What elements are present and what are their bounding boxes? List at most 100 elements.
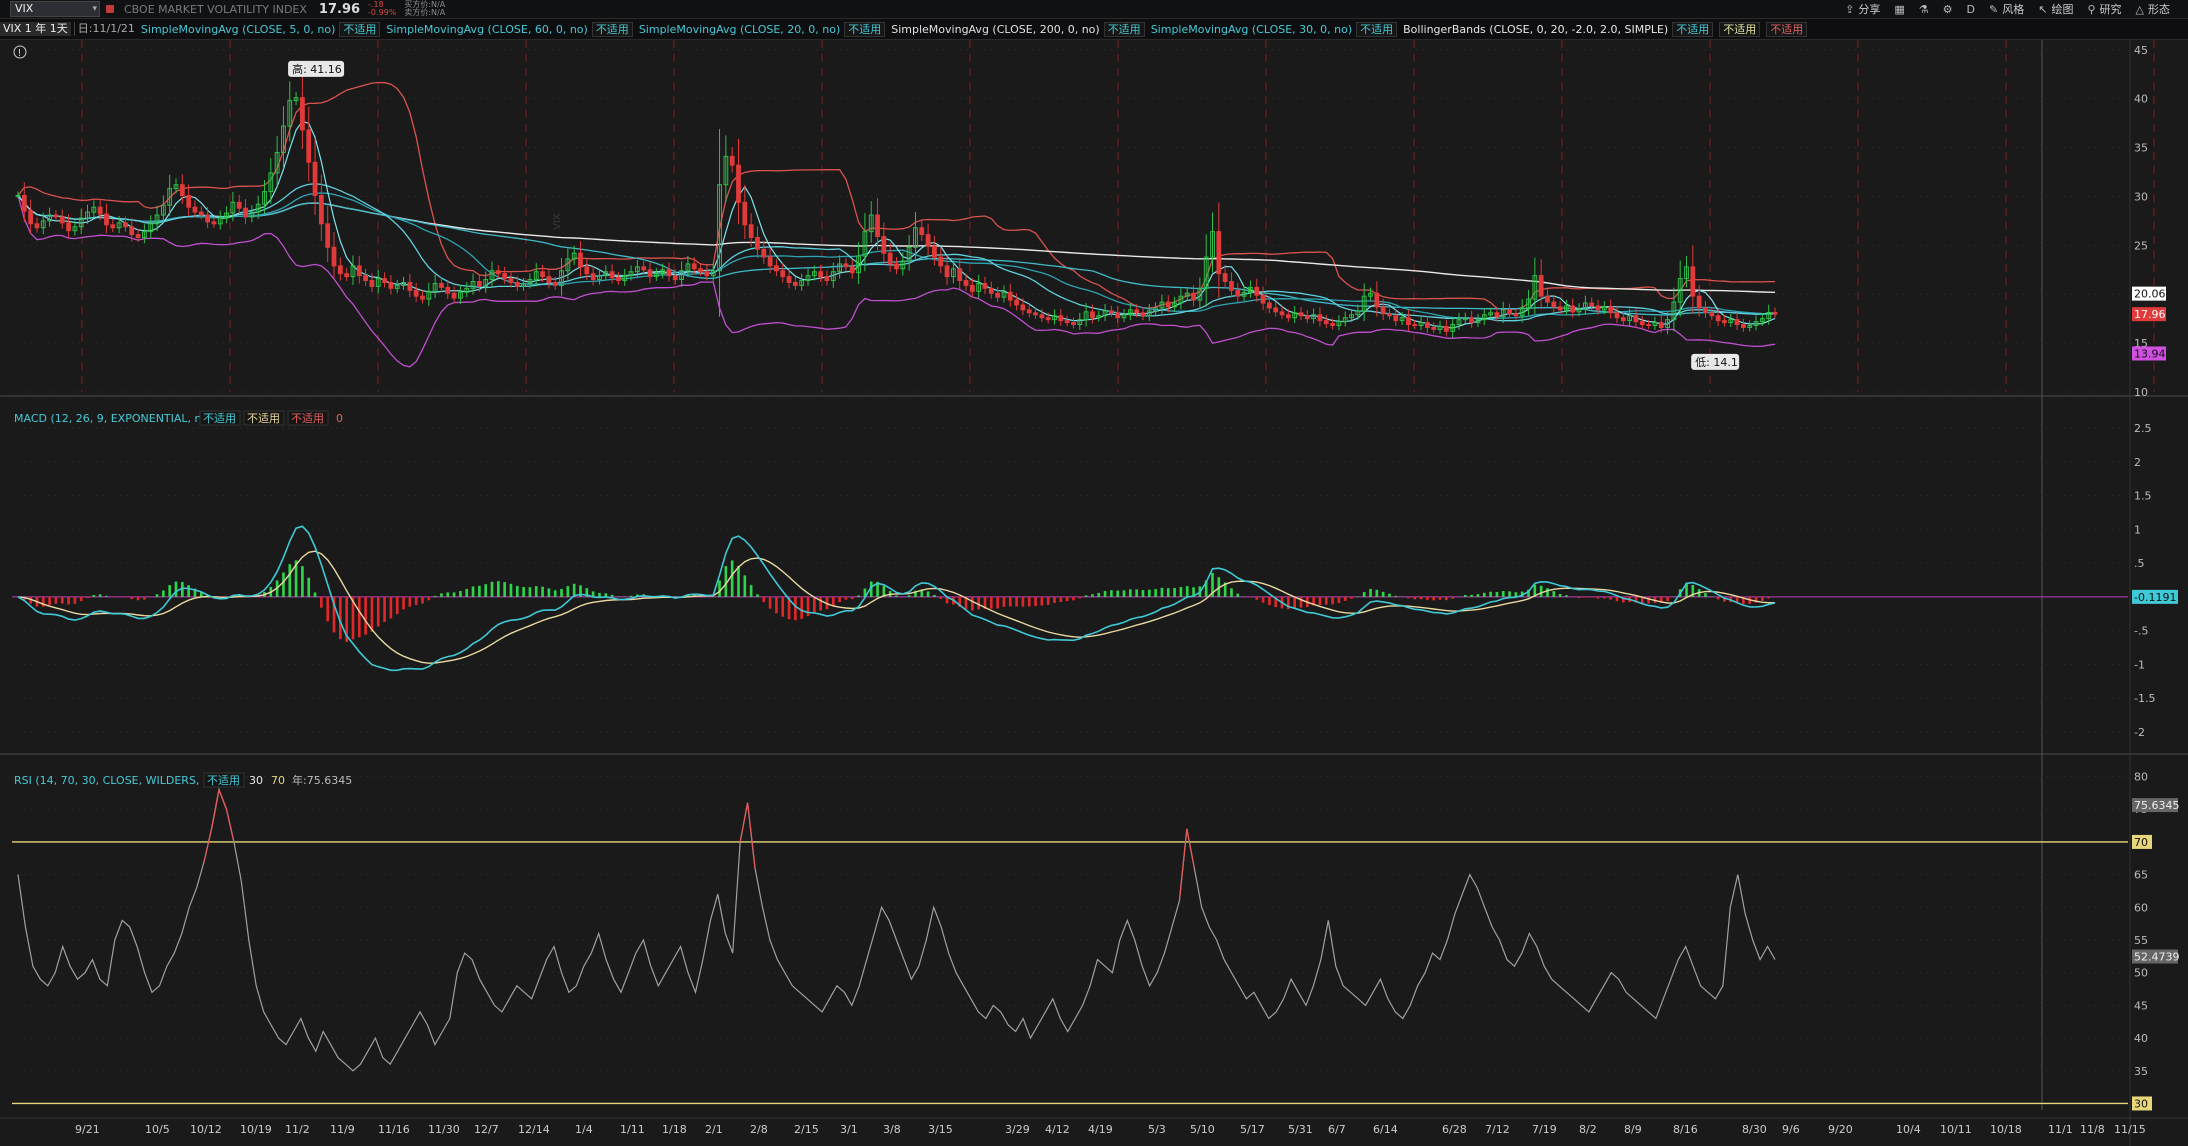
candle-body	[318, 194, 324, 225]
study-label[interactable]: SimpleMovingAvg (CLOSE, 20, 0, no)	[639, 23, 840, 36]
grid-tool[interactable]: ▦	[1894, 1, 1904, 17]
candle-body	[824, 276, 830, 282]
candle-body	[382, 278, 387, 283]
candle-body	[1639, 321, 1645, 326]
x-tick-label: 8/2	[1579, 1123, 1597, 1136]
candle-body	[887, 252, 893, 265]
candle-body	[1469, 317, 1475, 324]
study-label[interactable]: SimpleMovingAvg (CLOSE, 5, 0, no)	[141, 23, 335, 36]
candle-body	[312, 161, 318, 196]
study-label[interactable]: BollingerBands (CLOSE, 0, 20, -2.0, 2.0,…	[1403, 23, 1668, 36]
tool-label: 研究	[2099, 3, 2122, 16]
rsi-tick-label: 55	[2134, 934, 2148, 947]
candle-body	[451, 292, 457, 299]
x-tick-label: 10/18	[1990, 1123, 2022, 1136]
x-tick-label: 5/31	[1288, 1123, 1313, 1136]
candle-body	[1513, 313, 1519, 317]
candle-body	[129, 226, 135, 236]
study-label[interactable]: SimpleMovingAvg (CLOSE, 30, 0, no)	[1151, 23, 1352, 36]
pattern-tool[interactable]: △ 形态	[2136, 1, 2170, 17]
candle-body	[1222, 273, 1228, 283]
macd-marker-label: -0.1191	[2134, 591, 2176, 604]
candle-body	[1646, 324, 1651, 327]
candle-body	[698, 268, 703, 273]
study-value-badge: 不适用	[1719, 22, 1761, 37]
candle-body	[818, 271, 824, 278]
x-tick-label: 12/7	[474, 1123, 499, 1136]
macd-tick-label: -.5	[2134, 625, 2148, 638]
research-tool[interactable]: ⚲ 研究	[2087, 1, 2121, 17]
candle-body	[179, 184, 185, 196]
chevron-down-icon[interactable]: ▾	[92, 2, 97, 16]
symbol-color-icon	[106, 5, 114, 13]
candle-body	[1696, 295, 1702, 309]
candle-body	[413, 289, 419, 297]
chart-canvas[interactable]: 1015202530354045-2-1.5-1-.50.511.522.530…	[0, 40, 2188, 1146]
x-tick-label: 9/21	[75, 1123, 100, 1136]
candle-body	[1165, 301, 1171, 308]
candle-body	[1216, 231, 1222, 275]
rsi-30-marker-label: 30	[2134, 1097, 2148, 1110]
candle-body	[205, 214, 211, 223]
candle-body	[1734, 319, 1740, 326]
candle-body	[186, 194, 192, 208]
candle-body	[306, 129, 312, 163]
candle-body	[1608, 306, 1614, 314]
candle-body	[508, 278, 514, 283]
flask-tool[interactable]: ⚗	[1919, 1, 1929, 17]
bid-ask-stack: 买方价:N/A 卖方价:N/A	[404, 1, 445, 17]
candle-body	[969, 284, 975, 292]
x-tick-label: 11/30	[428, 1123, 460, 1136]
macd-tick-label: -1	[2134, 658, 2145, 671]
candle-body	[356, 265, 362, 277]
candle-body	[325, 223, 331, 248]
candle-body	[590, 273, 596, 281]
candle-body	[337, 265, 343, 275]
candle-body	[300, 97, 305, 131]
draw-tool[interactable]: ↖ 绘图	[2038, 1, 2073, 17]
symbol-selector[interactable]: VIX ▾	[10, 1, 100, 17]
candle-body	[1033, 312, 1038, 316]
rsi-value-marker-label: 75.6345	[2134, 799, 2180, 812]
candle-body	[944, 265, 950, 278]
share-tool[interactable]: ⇪ 分享	[1845, 1, 1880, 17]
high-label: 高: 41.16	[292, 62, 342, 76]
x-tick-label: 5/3	[1148, 1123, 1166, 1136]
study-label[interactable]: SimpleMovingAvg (CLOSE, 60, 0, no)	[386, 23, 587, 36]
draw-icon: ↖	[2038, 2, 2048, 16]
candle-body	[1772, 311, 1778, 315]
x-tick-label: 1/4	[575, 1123, 593, 1136]
last-price: 17.96	[318, 1, 361, 17]
price-tick-label: 30	[2134, 190, 2148, 203]
candle-body	[957, 268, 963, 282]
d-tool[interactable]: D	[1967, 1, 1975, 17]
candle-body	[123, 222, 128, 228]
ask-price: 卖方价:N/A	[404, 8, 446, 17]
x-tick-label: 4/12	[1045, 1123, 1070, 1136]
candle-body	[1595, 305, 1601, 311]
study-label[interactable]: SimpleMovingAvg (CLOSE, 200, 0, no)	[891, 23, 1099, 36]
candle-body	[514, 281, 520, 287]
gear-tool[interactable]: ⚙	[1943, 1, 1953, 17]
chart-period-label[interactable]: VIX 1 年 1天	[0, 22, 71, 36]
candle-body	[540, 271, 545, 278]
candle-body	[641, 266, 647, 271]
candle-body	[875, 214, 880, 238]
candle-body	[445, 286, 451, 294]
price-tick-label: 45	[2134, 44, 2148, 57]
macd-badge-label: 不适用	[247, 412, 280, 425]
macd-title: MACD (12, 26, 9, EXPONENTIAL, no)	[14, 412, 213, 425]
candle-body	[192, 206, 198, 213]
style-tool[interactable]: ✎ 风格	[1989, 1, 2024, 17]
x-tick-label: 11/16	[378, 1123, 410, 1136]
style-icon: ✎	[1989, 2, 1999, 16]
chart-date-label: 日:11/1/21	[73, 22, 138, 36]
research-icon: ⚲	[2087, 2, 2096, 16]
candle-body	[1703, 307, 1708, 314]
candle-body	[761, 248, 767, 258]
candle-body	[1115, 312, 1121, 319]
candle-body	[1715, 315, 1721, 322]
symbol-value: VIX	[15, 2, 34, 15]
candle-body	[1026, 309, 1032, 314]
candle-body	[198, 211, 204, 216]
